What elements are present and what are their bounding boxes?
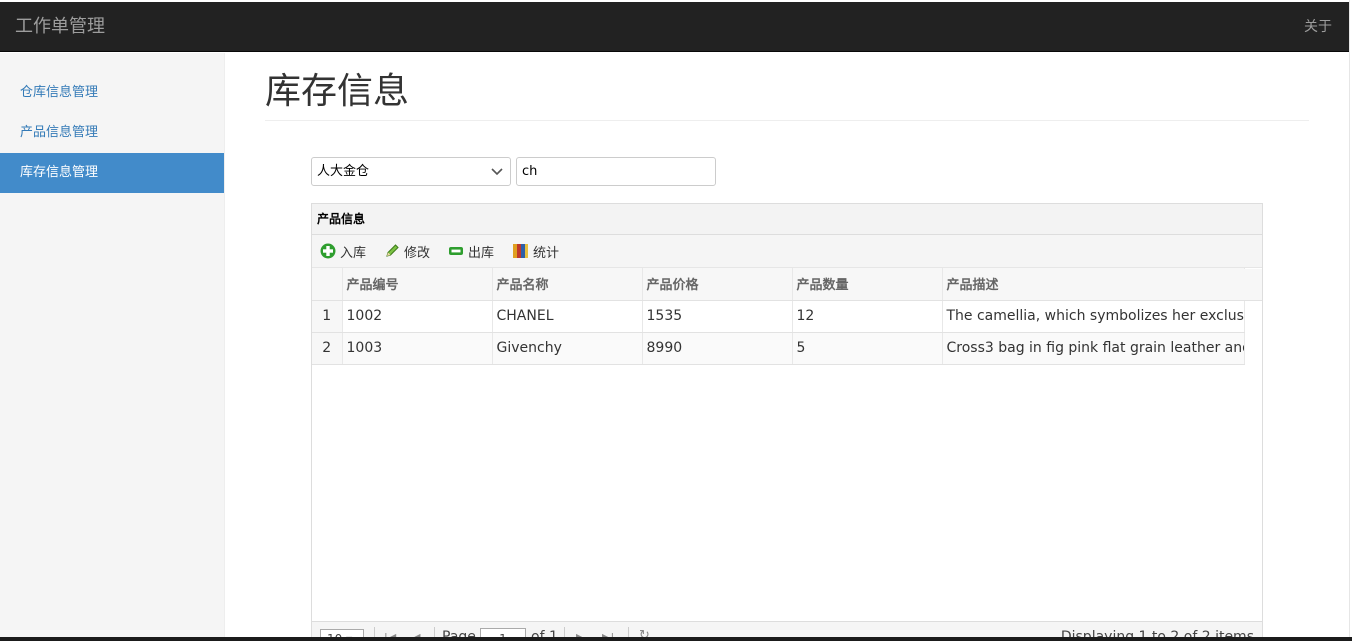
search-input[interactable] [516, 157, 716, 186]
page-header: 库存信息 [265, 66, 1309, 121]
add-icon [320, 243, 336, 259]
table-row[interactable]: 2 1003 Givenchy 8990 5 Cross3 bag in fig… [312, 332, 1245, 365]
cell-code[interactable]: 1003 [342, 332, 493, 365]
window-bottom-edge [0, 637, 1352, 641]
sidebar-item-product[interactable]: 产品信息管理 [0, 113, 224, 153]
column-header-code[interactable]: 产品编号 [342, 268, 493, 301]
edit-label: 修改 [404, 245, 431, 261]
stats-label: 统计 [533, 245, 560, 261]
table-header-row: 产品编号 产品名称 产品价格 产品数量 产品描述 [312, 268, 1245, 301]
cell-qty[interactable]: 12 [792, 300, 943, 333]
warehouse-select[interactable]: 人大金仓 [311, 157, 511, 186]
grid-scroll-header-filler [1244, 269, 1262, 301]
cell-name[interactable]: CHANEL [492, 300, 643, 333]
cell-price[interactable]: 1535 [642, 300, 793, 333]
cell-desc[interactable]: The camellia, which symbolizes her exclu… [942, 300, 1245, 333]
stock-out-button[interactable]: 出库 [448, 242, 494, 261]
about-link[interactable]: 关于 [1304, 17, 1332, 37]
sidebar-item-warehouse[interactable]: 仓库信息管理 [0, 73, 224, 113]
grid-toolbar: 入库 修改 出库 统计 [312, 235, 1262, 268]
sidebar-item-inventory[interactable]: 库存信息管理 [0, 153, 224, 193]
sidebar: 仓库信息管理 产品信息管理 库存信息管理 [0, 53, 225, 638]
warehouse-select-value: 人大金仓 [317, 164, 370, 179]
product-table: 产品编号 产品名称 产品价格 产品数量 产品描述 1 1002 CHANEL 1… [312, 268, 1245, 365]
panel-title: 产品信息 [312, 204, 1262, 235]
column-header-name[interactable]: 产品名称 [492, 268, 643, 301]
stock-out-label: 出库 [468, 245, 495, 261]
column-header-price[interactable]: 产品价格 [642, 268, 793, 301]
sidebar-menu: 仓库信息管理 产品信息管理 库存信息管理 [0, 73, 224, 193]
chevron-down-icon[interactable] [484, 158, 510, 185]
stock-in-button[interactable]: 入库 [320, 242, 366, 261]
navbar: 工作单管理 关于 [0, 2, 1349, 52]
cell-code[interactable]: 1002 [342, 300, 493, 333]
remove-icon [449, 247, 464, 255]
column-header-desc[interactable]: 产品描述 [942, 268, 1245, 301]
stock-in-label: 入库 [340, 245, 367, 261]
row-number: 1 [312, 300, 343, 333]
stats-button[interactable]: 统计 [512, 242, 559, 261]
cell-name[interactable]: Givenchy [492, 332, 643, 365]
cell-qty[interactable]: 5 [792, 332, 943, 365]
edit-button[interactable]: 修改 [384, 242, 430, 261]
table-row[interactable]: 1 1002 CHANEL 1535 12 The camellia, whic… [312, 300, 1245, 333]
page-title: 库存信息 [265, 71, 410, 112]
brand-title[interactable]: 工作单管理 [15, 15, 105, 39]
cell-price[interactable]: 8990 [642, 332, 793, 365]
column-header-qty[interactable]: 产品数量 [792, 268, 943, 301]
row-number: 2 [312, 332, 343, 365]
bar-chart-icon [513, 244, 529, 258]
product-datagrid: 产品信息 入库 修改 出库 统计 产品编号 产品名称 产品价格 产品数量 产品描… [311, 203, 1263, 641]
rownum-header [312, 268, 343, 301]
cell-desc[interactable]: Cross3 bag in fig pink flat grain leathe… [942, 332, 1245, 365]
pencil-icon [386, 244, 399, 257]
